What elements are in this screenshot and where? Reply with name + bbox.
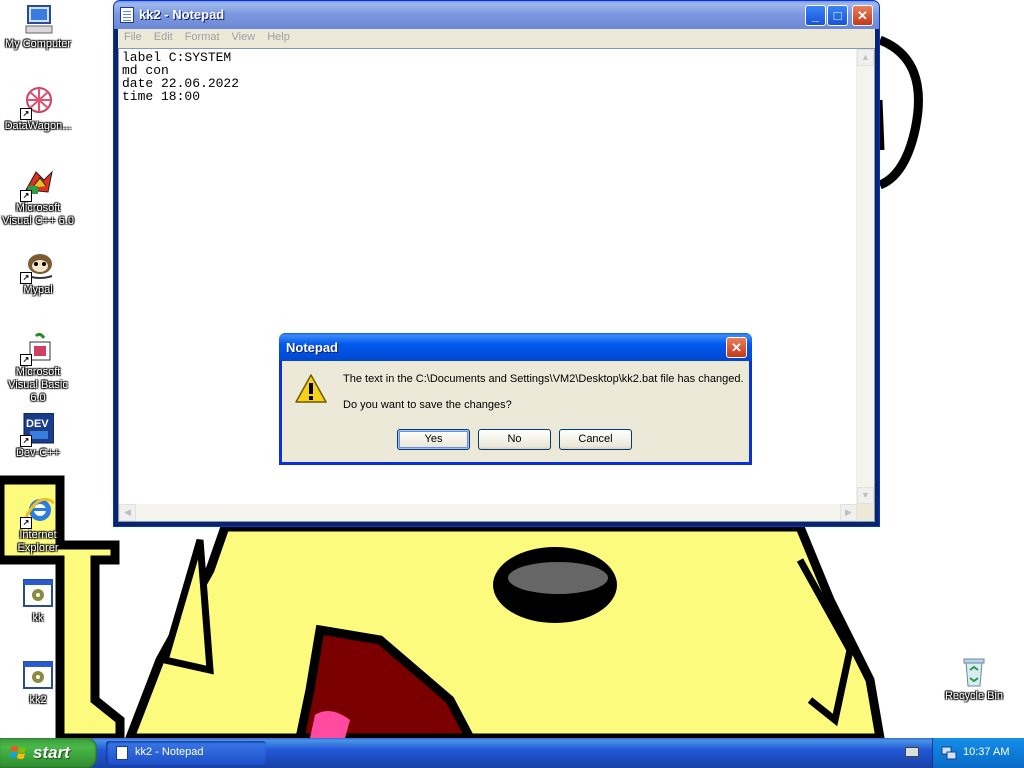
desktop-icon-label: kk	[32, 612, 44, 624]
keyboard-icon[interactable]	[905, 747, 919, 757]
dialog-close-button[interactable]: ✕	[726, 337, 747, 358]
desktop-icon-my-computer[interactable]: My Computer	[0, 4, 76, 51]
notepad-icon	[116, 746, 128, 760]
desktop-icon-recycle-bin[interactable]: Recycle Bin	[936, 656, 1012, 703]
maximize-button[interactable]: □	[827, 5, 848, 26]
shortcut-arrow-icon: ↗	[20, 517, 32, 529]
window-titlebar[interactable]: kk2 - Notepad _ □ ✕	[114, 1, 879, 29]
desktop-icon-mypal[interactable]: ↗ Mypal	[0, 250, 76, 297]
desktop-icon-label: Microsoft Visual Basic 6.0	[8, 366, 68, 404]
taskbar: start kk2 - Notepad 10:37 AM	[0, 738, 1024, 768]
horizontal-scrollbar[interactable]: ◀ ▶	[119, 504, 857, 521]
scroll-down-icon[interactable]: ▼	[857, 487, 874, 504]
desktop-icon-label: Microsoft Visual C++ 6.0	[2, 202, 74, 227]
desktop-icon-kk[interactable]: kk	[0, 578, 76, 625]
computer-icon	[22, 4, 54, 36]
desktop-icon-label: My Computer	[4, 38, 72, 50]
scroll-left-icon[interactable]: ◀	[119, 504, 136, 521]
window-title: kk2 - Notepad	[139, 7, 225, 22]
desktop-icon-label: Dev-C++	[15, 447, 61, 459]
windows-logo-icon	[10, 746, 26, 759]
start-label: start	[33, 743, 70, 762]
menu-bar: File Edit Format View Help	[118, 29, 875, 48]
desktop-icon-visual-basic[interactable]: ↗ Microsoft Visual Basic 6.0	[0, 332, 76, 405]
batch-file-icon	[22, 578, 54, 610]
visual-cpp-icon: ↗	[20, 168, 54, 202]
dev-cpp-icon: DEV ↗	[20, 412, 55, 447]
taskbar-item-notepad[interactable]: kk2 - Notepad	[106, 741, 266, 765]
shortcut-arrow-icon: ↗	[20, 108, 32, 120]
system-tray: 10:37 AM	[932, 738, 1024, 768]
menu-format[interactable]: Format	[179, 29, 226, 43]
vertical-scrollbar[interactable]: ▲ ▼	[856, 49, 874, 504]
desktop-icon-dev-cpp[interactable]: DEV ↗ Dev-C++	[0, 412, 76, 460]
mypal-icon: ↗	[20, 250, 54, 284]
shortcut-arrow-icon: ↗	[20, 435, 32, 447]
clock[interactable]: 10:37 AM	[963, 746, 1009, 758]
menu-help[interactable]: Help	[261, 29, 296, 43]
dialog-body: The text in the C:\Documents and Setting…	[282, 361, 749, 462]
start-button[interactable]: start	[0, 738, 97, 768]
no-button[interactable]: No	[478, 429, 551, 450]
notepad-icon	[120, 7, 134, 23]
desktop-icon-datawagon[interactable]: ↗ DataWagon...	[0, 86, 76, 133]
desktop-icon-label: Mypal	[23, 284, 53, 296]
batch-file-icon	[22, 660, 54, 692]
menu-file[interactable]: File	[118, 29, 148, 43]
desktop-icon-internet-explorer[interactable]: ↗ Internet Explorer	[0, 495, 76, 555]
recycle-bin-icon	[958, 656, 990, 688]
desktop-icon-label: Internet Explorer	[17, 529, 59, 554]
menu-view[interactable]: View	[226, 29, 262, 43]
scroll-right-icon[interactable]: ▶	[840, 504, 857, 521]
save-changes-dialog[interactable]: Notepad ✕ The text in the C:\Documents a…	[279, 333, 752, 465]
yes-button[interactable]: Yes	[397, 429, 470, 450]
cancel-button[interactable]: Cancel	[559, 429, 632, 450]
desktop-icon-kk2[interactable]: kk2	[0, 660, 76, 707]
svg-text:DEV: DEV	[26, 418, 49, 430]
visual-basic-icon: ↗	[20, 332, 54, 366]
scroll-up-icon[interactable]: ▲	[857, 49, 874, 66]
desktop-icon-label: Recycle Bin	[944, 690, 1004, 702]
dialog-question: Do you want to save the changes?	[343, 399, 512, 411]
warning-icon	[295, 374, 327, 403]
menu-edit[interactable]: Edit	[148, 29, 179, 43]
network-icon[interactable]	[941, 745, 957, 761]
desktop-icon-visual-cpp[interactable]: ↗ Microsoft Visual C++ 6.0	[0, 168, 76, 228]
desktop-icon-label: DataWagon...	[4, 120, 72, 132]
internet-explorer-icon: ↗	[20, 495, 55, 529]
datawagon-icon: ↗	[20, 86, 54, 120]
resize-grip[interactable]	[857, 504, 874, 521]
shortcut-arrow-icon: ↗	[20, 354, 32, 366]
dialog-title: Notepad	[286, 340, 338, 355]
close-button[interactable]: ✕	[852, 5, 873, 26]
taskbar-item-label: kk2 - Notepad	[135, 746, 204, 758]
dialog-message: The text in the C:\Documents and Setting…	[343, 373, 744, 385]
shortcut-arrow-icon: ↗	[20, 272, 32, 284]
desktop-icon-label: kk2	[29, 694, 47, 706]
shortcut-arrow-icon: ↗	[20, 190, 32, 202]
editor-content[interactable]: label C:SYSTEM md con date 22.06.2022 ti…	[122, 51, 239, 103]
dialog-titlebar[interactable]: Notepad ✕	[279, 333, 752, 361]
minimize-button[interactable]: _	[805, 5, 826, 26]
